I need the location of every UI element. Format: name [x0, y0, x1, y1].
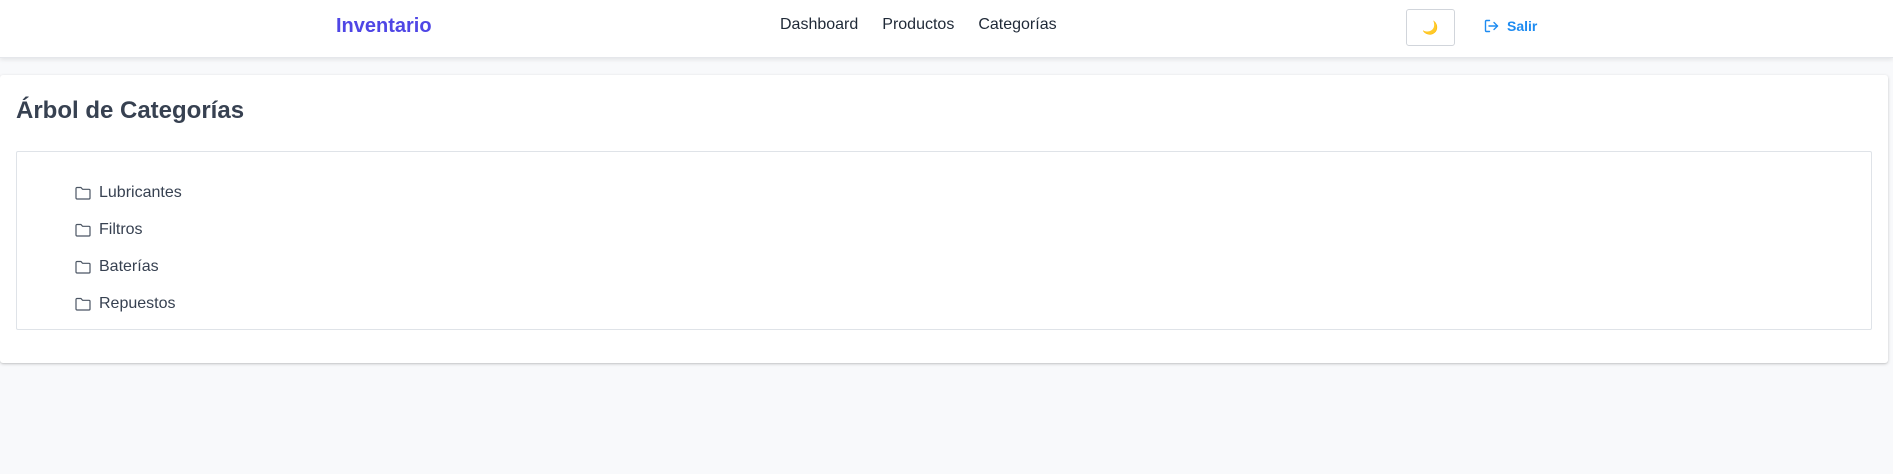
- moon-icon: 🌙: [1422, 19, 1439, 35]
- nav-link-categorias[interactable]: Categorías: [978, 16, 1056, 34]
- nav-link-dashboard[interactable]: Dashboard: [780, 16, 858, 34]
- brand-logo-link[interactable]: Inventario: [336, 15, 432, 38]
- tree-item-repuestos[interactable]: Repuestos: [75, 285, 182, 322]
- theme-toggle-button[interactable]: 🌙: [1406, 9, 1455, 46]
- page-title: Árbol de Categorías: [16, 97, 245, 124]
- folder-icon: [75, 186, 91, 200]
- tree-item-label: Lubricantes: [99, 183, 182, 201]
- tree-item-baterias[interactable]: Baterías: [75, 248, 182, 285]
- nav-link-productos[interactable]: Productos: [882, 16, 954, 34]
- category-tree-list: Lubricantes Filtros Baterías Repuestos: [75, 174, 182, 322]
- tree-item-label: Filtros: [99, 220, 143, 238]
- tree-item-label: Baterías: [99, 257, 159, 275]
- top-navbar: Inventario Dashboard Productos Categoría…: [0, 0, 1893, 58]
- folder-icon: [75, 297, 91, 311]
- folder-icon: [75, 260, 91, 274]
- folder-icon: [75, 223, 91, 237]
- tree-item-filtros[interactable]: Filtros: [75, 211, 182, 248]
- tree-item-lubricantes[interactable]: Lubricantes: [75, 174, 182, 211]
- logout-button[interactable]: Salir: [1484, 18, 1537, 34]
- category-tree-card: Árbol de Categorías Lubricantes Filtros …: [0, 75, 1888, 363]
- tree-item-label: Repuestos: [99, 294, 176, 312]
- sign-out-icon: [1484, 19, 1499, 33]
- main-nav: Dashboard Productos Categorías: [780, 16, 1057, 34]
- category-tree: Lubricantes Filtros Baterías Repuestos: [16, 151, 1872, 330]
- logout-label: Salir: [1507, 18, 1538, 34]
